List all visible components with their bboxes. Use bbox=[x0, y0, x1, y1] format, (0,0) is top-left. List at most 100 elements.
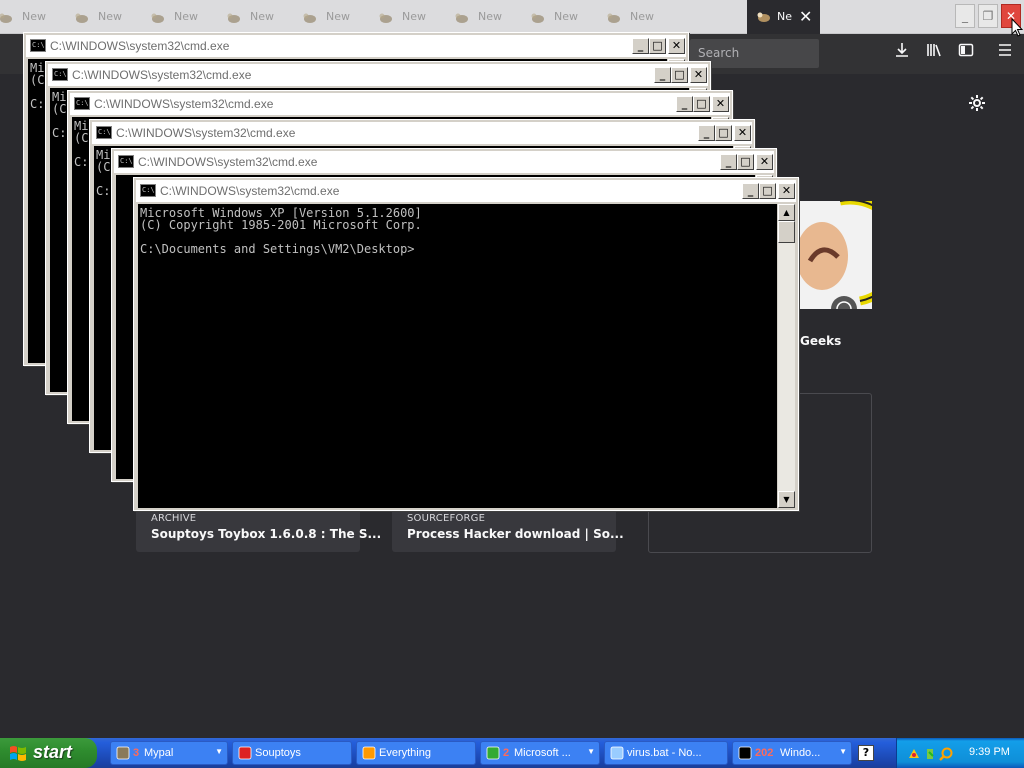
maximize-button[interactable]: □ bbox=[737, 154, 754, 170]
active-tab[interactable]: Ne ✕ bbox=[747, 0, 820, 34]
highlight-card-sourceforge[interactable]: SOURCEFORGE Process Hacker download | So… bbox=[392, 506, 624, 552]
taskbar-item-virus-bat-no[interactable]: virus.bat - No... bbox=[604, 741, 728, 765]
taskbar-item-label: virus.bat - No... bbox=[627, 747, 702, 759]
everything-search-icon bbox=[362, 746, 376, 760]
background-tab[interactable]: New bbox=[382, 0, 502, 34]
cmd-icon: C:\ bbox=[96, 126, 112, 139]
window-title: C:\WINDOWS\system32\cmd.exe bbox=[72, 68, 252, 82]
taskbar-item-label: Everything bbox=[379, 747, 431, 759]
start-button[interactable]: start bbox=[0, 738, 97, 768]
highlight-source: ARCHIVE bbox=[151, 513, 197, 524]
window-title-bar[interactable]: C:\ C:\WINDOWS\system32\cmd.exe _ □ ✕ bbox=[114, 151, 774, 173]
windows-logo-icon bbox=[9, 744, 27, 762]
maximize-button[interactable]: □ bbox=[671, 67, 688, 83]
highlight-title: Process Hacker download | So... bbox=[407, 527, 624, 541]
taskbar-item-label: Microsoft ... bbox=[514, 747, 571, 759]
browser-minimize-button[interactable]: _ bbox=[955, 4, 975, 28]
window-title-bar[interactable]: C:\ C:\WINDOWS\system32\cmd.exe _ □ ✕ bbox=[92, 122, 752, 144]
minimize-button[interactable]: _ bbox=[632, 38, 649, 54]
top-site-label[interactable]: Geeks bbox=[800, 334, 841, 348]
mouse-cursor-icon bbox=[1011, 17, 1024, 38]
firefox-tab-icon bbox=[756, 9, 772, 23]
minimize-button[interactable]: _ bbox=[720, 154, 737, 170]
scroll-up-arrow-icon[interactable]: ▲ bbox=[778, 204, 795, 221]
souptoys-icon bbox=[238, 746, 252, 760]
cmd-window-active[interactable]: C:\ C:\WINDOWS\system32\cmd.exe _ □ ✕ Microso… bbox=[133, 177, 799, 511]
maximize-button[interactable]: □ bbox=[649, 38, 666, 54]
maximize-button[interactable]: □ bbox=[759, 183, 776, 199]
highlight-card-archive[interactable]: ARCHIVE Souptoys Toybox 1.6.0.8 : The S.… bbox=[136, 506, 381, 552]
vertical-scrollbar[interactable]: ▲▼ bbox=[778, 204, 795, 508]
search-placeholder: Search bbox=[698, 46, 740, 60]
minimize-button[interactable]: _ bbox=[742, 183, 759, 199]
library-icon[interactable] bbox=[922, 41, 946, 65]
console-line: (C bbox=[74, 131, 89, 145]
browser-restore-button[interactable]: ❐ bbox=[978, 4, 998, 28]
close-button[interactable]: ✕ bbox=[756, 154, 773, 170]
hamburger-menu-icon[interactable] bbox=[993, 41, 1017, 65]
highlight-source: SOURCEFORGE bbox=[407, 513, 486, 524]
taskbar-item-label: Windo... bbox=[780, 747, 821, 759]
maximize-button[interactable]: □ bbox=[693, 96, 710, 112]
background-tab[interactable]: New bbox=[154, 0, 274, 34]
close-button[interactable]: ✕ bbox=[690, 67, 707, 83]
cmd-icon: C:\ bbox=[118, 155, 134, 168]
sidebar-icon[interactable] bbox=[954, 41, 978, 65]
console-line: (C bbox=[52, 102, 67, 116]
close-button[interactable]: ✕ bbox=[712, 96, 729, 112]
background-tab[interactable]: New bbox=[2, 0, 122, 34]
maximize-button[interactable]: □ bbox=[715, 125, 732, 141]
console-line: (C bbox=[30, 73, 45, 87]
minimize-button[interactable]: _ bbox=[654, 67, 671, 83]
tab-favicon-icon bbox=[606, 10, 622, 24]
tray-icons[interactable] bbox=[907, 746, 957, 762]
download-icon[interactable] bbox=[890, 41, 914, 65]
taskbar-item-everything[interactable]: Everything bbox=[356, 741, 476, 765]
highlight-title: Souptoys Toybox 1.6.0.8 : The S... bbox=[151, 527, 382, 541]
window-title: C:\WINDOWS\system32\cmd.exe bbox=[50, 39, 230, 53]
window-title: C:\WINDOWS\system32\cmd.exe bbox=[160, 184, 340, 198]
cmd-icon bbox=[738, 746, 752, 760]
taskbar-item-windo[interactable]: 202 Windo... ▼ bbox=[732, 741, 852, 765]
cmd-icon: C:\ bbox=[140, 184, 156, 197]
taskbar-item-microsoft[interactable]: 2 Microsoft ... ▼ bbox=[480, 741, 600, 765]
window-count: 202 bbox=[755, 747, 774, 759]
cmd-icon: C:\ bbox=[74, 97, 90, 110]
taskbar-item-souptoys[interactable]: Souptoys bbox=[232, 741, 352, 765]
window-title-bar[interactable]: C:\ C:\WINDOWS\system32\cmd.exe _ □ ✕ bbox=[136, 180, 796, 202]
gear-icon[interactable] bbox=[965, 93, 989, 117]
background-tab[interactable]: New bbox=[230, 0, 350, 34]
close-button[interactable]: ✕ bbox=[734, 125, 751, 141]
window-title: C:\WINDOWS\system32\cmd.exe bbox=[138, 155, 318, 169]
cmd-icon: C:\ bbox=[30, 39, 46, 52]
clock[interactable]: 9:39 PM bbox=[969, 746, 1010, 758]
background-tab[interactable]: New bbox=[534, 0, 654, 34]
chevron-down-icon: ▼ bbox=[587, 747, 595, 756]
taskbar-item-mypal[interactable]: 3 Mypal ▼ bbox=[110, 741, 228, 765]
close-button[interactable]: ✕ bbox=[668, 38, 685, 54]
console-output[interactable]: Microsoft Windows XP [Version 5.1.2600](… bbox=[138, 204, 777, 508]
tab-title: Ne bbox=[777, 10, 792, 23]
minimize-button[interactable]: _ bbox=[676, 96, 693, 112]
tab-close-icon[interactable]: ✕ bbox=[799, 7, 812, 26]
window-count: 2 bbox=[503, 747, 510, 759]
window-title-bar[interactable]: C:\ C:\WINDOWS\system32\cmd.exe _ □ ✕ bbox=[48, 64, 708, 86]
window-count: 3 bbox=[133, 747, 140, 759]
background-tab[interactable]: New bbox=[458, 0, 578, 34]
top-site-thumbnail[interactable] bbox=[800, 201, 872, 309]
window-title-bar[interactable]: C:\ C:\WINDOWS\system32\cmd.exe _ □ ✕ bbox=[26, 35, 686, 57]
background-tab[interactable]: New bbox=[78, 0, 198, 34]
window-title: C:\WINDOWS\system32\cmd.exe bbox=[116, 126, 296, 140]
close-button[interactable]: ✕ bbox=[778, 183, 795, 199]
scroll-down-arrow-icon[interactable]: ▼ bbox=[778, 491, 795, 508]
chevron-down-icon: ▼ bbox=[839, 747, 847, 756]
console-line: (C) Copyright 1985-2001 Microsoft Corp. bbox=[140, 218, 422, 232]
mypal-icon bbox=[116, 746, 130, 760]
window-title-bar[interactable]: C:\ C:\WINDOWS\system32\cmd.exe _ □ ✕ bbox=[70, 93, 730, 115]
cmd-icon: C:\ bbox=[52, 68, 68, 81]
tab-title: New bbox=[630, 10, 654, 23]
scroll-thumb[interactable] bbox=[778, 221, 795, 243]
minimize-button[interactable]: _ bbox=[698, 125, 715, 141]
background-tab[interactable]: New bbox=[306, 0, 426, 34]
help-icon[interactable]: ? bbox=[858, 745, 874, 761]
